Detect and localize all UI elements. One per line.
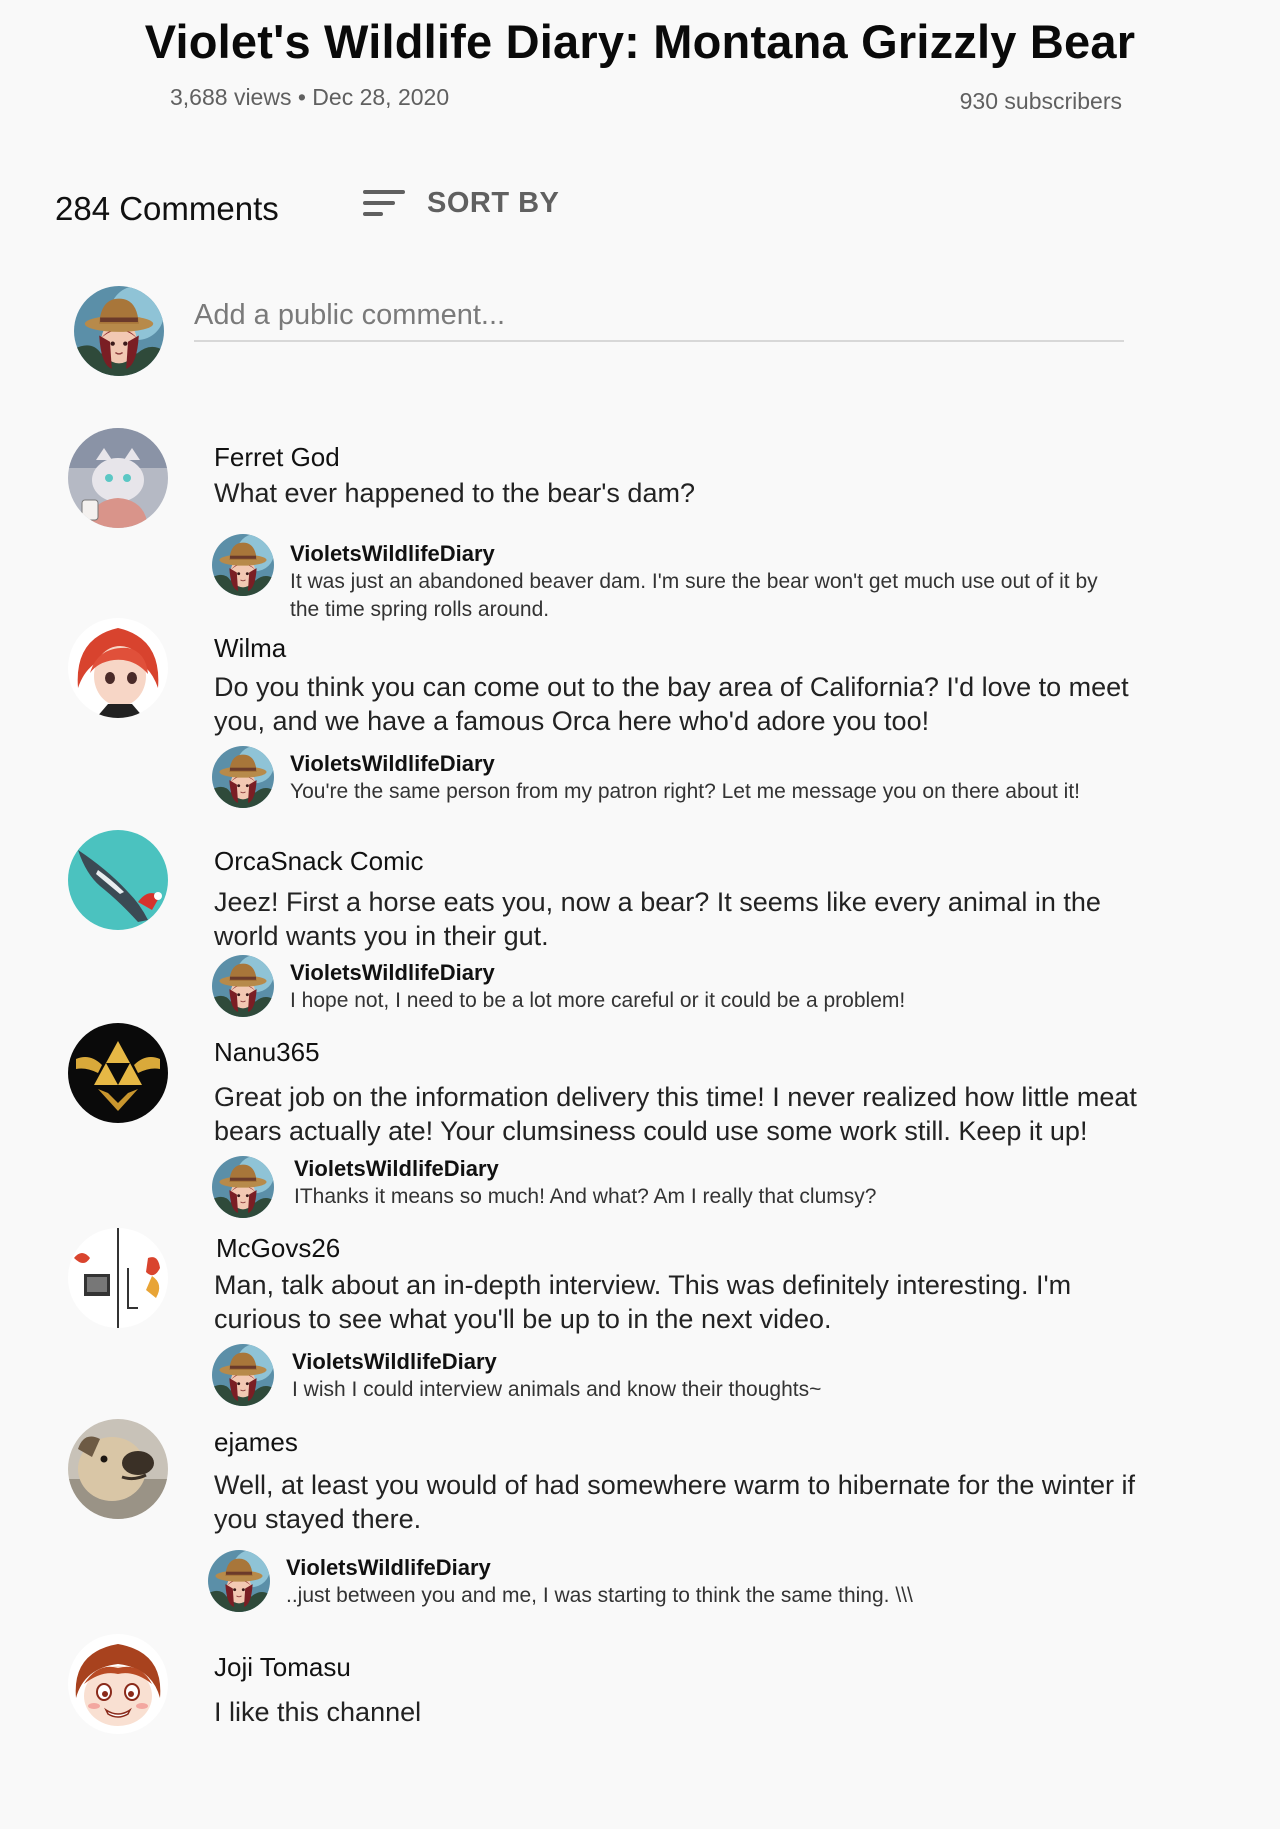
comment-text: I like this channel: [214, 1697, 422, 1727]
reply-avatar[interactable]: [212, 955, 274, 1017]
comments-count: 284 Comments: [55, 190, 279, 227]
avatar[interactable]: [68, 830, 168, 930]
comment-author[interactable]: Nanu365: [214, 1037, 320, 1068]
add-comment-input[interactable]: [194, 290, 1124, 342]
reply-author[interactable]: VioletsWildlifeDiary: [290, 751, 495, 777]
reply-text: IThanks it means so much! And what? Am I…: [294, 1185, 877, 1208]
comment-text: Great job on the information delivery th…: [214, 1082, 1137, 1146]
reply-text: It was just an abandoned beaver dam. I'm…: [290, 570, 1098, 621]
reply-text: I hope not, I need to be a lot more care…: [290, 989, 906, 1012]
reply-avatar[interactable]: [212, 1344, 274, 1406]
reply-text: I wish I could interview animals and kno…: [292, 1378, 822, 1401]
reply-author[interactable]: VioletsWildlifeDiary: [286, 1555, 491, 1581]
reply-avatar[interactable]: [208, 1550, 270, 1612]
comment-text: Jeez! First a horse eats you, now a bear…: [214, 887, 1101, 951]
comment-text: Man, talk about an in-depth interview. T…: [214, 1270, 1072, 1334]
sort-by-button[interactable]: SORT BY: [363, 186, 559, 220]
reply-avatar[interactable]: [212, 534, 274, 596]
avatar[interactable]: [68, 618, 168, 718]
comment-author[interactable]: McGovs26: [216, 1233, 340, 1264]
comment-author[interactable]: ejames: [214, 1427, 298, 1458]
reply-text: You're the same person from my patron ri…: [290, 780, 1081, 803]
comment-author[interactable]: OrcaSnack Comic: [214, 846, 424, 877]
comment-text: Do you think you can come out to the bay…: [214, 672, 1129, 736]
reply-avatar[interactable]: [212, 1156, 274, 1218]
avatar[interactable]: [68, 1228, 168, 1328]
comment-author[interactable]: Ferret God: [214, 442, 340, 473]
views-and-date: 3,688 views • Dec 28, 2020: [170, 84, 450, 110]
avatar[interactable]: [68, 428, 168, 528]
current-user-avatar: [74, 286, 164, 376]
comment-author[interactable]: Joji Tomasu: [214, 1652, 351, 1683]
reply-author[interactable]: VioletsWildlifeDiary: [292, 1349, 497, 1375]
reply-author[interactable]: VioletsWildlifeDiary: [290, 541, 495, 567]
comment-text: Well, at least you would of had somewher…: [214, 1470, 1135, 1534]
reply-avatar[interactable]: [212, 746, 274, 808]
sort-by-label: SORT BY: [427, 186, 560, 219]
avatar[interactable]: [68, 1023, 168, 1123]
avatar[interactable]: [68, 1634, 168, 1734]
reply-author[interactable]: VioletsWildlifeDiary: [294, 1156, 499, 1182]
comment-text: What ever happened to the bear's dam?: [214, 478, 695, 508]
video-title: Violet's Wildlife Diary: Montana Grizzly…: [144, 15, 1136, 68]
reply-text: ..just between you and me, I was startin…: [286, 1584, 913, 1607]
sort-lines-icon: [363, 186, 405, 220]
subscriber-count: 930 subscribers: [959, 88, 1122, 114]
avatar[interactable]: [68, 1419, 168, 1519]
reply-author[interactable]: VioletsWildlifeDiary: [290, 960, 495, 986]
comment-author[interactable]: Wilma: [214, 633, 286, 664]
